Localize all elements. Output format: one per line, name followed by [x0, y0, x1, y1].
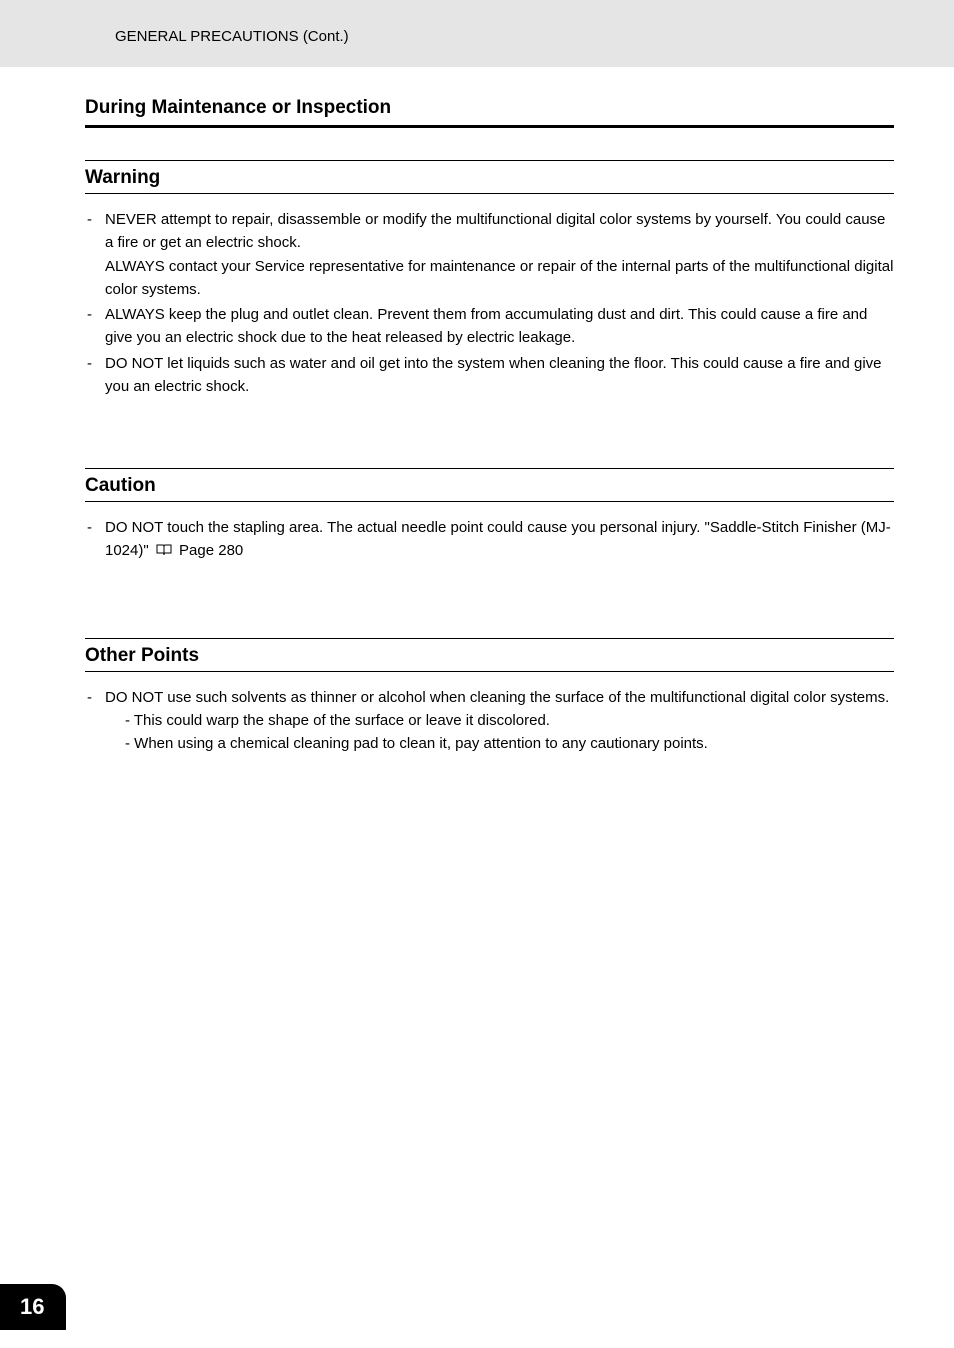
list-item: - ALWAYS keep the plug and outlet clean.… — [85, 303, 894, 350]
dash: - — [85, 208, 105, 301]
content-area: During Maintenance or Inspection Warning… — [0, 97, 954, 756]
header-text: GENERAL PRECAUTIONS (Cont.) — [115, 28, 349, 45]
list-content: DO NOT touch the stapling area. The actu… — [105, 516, 894, 563]
caution-body: - DO NOT touch the stapling area. The ac… — [85, 516, 894, 563]
list-item: - DO NOT let liquids such as water and o… — [85, 352, 894, 399]
list-item: - NEVER attempt to repair, disassemble o… — [85, 208, 894, 301]
other-points-title: Other Points — [85, 638, 894, 672]
sub-item-1: - This could warp the shape of the surfa… — [105, 709, 894, 732]
caution-item-after: Page 280 — [175, 542, 243, 559]
page-number: 16 — [0, 1284, 66, 1330]
other-item-1: DO NOT use such solvents as thinner or a… — [105, 689, 889, 706]
list-content: DO NOT use such solvents as thinner or a… — [105, 686, 894, 756]
warning-item-1-cont: ALWAYS contact your Service representati… — [105, 258, 893, 298]
other-points-body: - DO NOT use such solvents as thinner or… — [85, 686, 894, 756]
dash: - — [85, 303, 105, 350]
caution-title: Caution — [85, 468, 894, 502]
warning-item-3: DO NOT let liquids such as water and oil… — [105, 352, 894, 399]
warning-item-2: ALWAYS keep the plug and outlet clean. P… — [105, 303, 894, 350]
warning-title: Warning — [85, 160, 894, 194]
dash: - — [85, 352, 105, 399]
header-bar: GENERAL PRECAUTIONS (Cont.) — [0, 0, 954, 67]
sub-item-2: - When using a chemical cleaning pad to … — [105, 732, 894, 755]
book-icon — [156, 540, 172, 563]
warning-item-1: NEVER attempt to repair, disassemble or … — [105, 211, 885, 251]
section-title: During Maintenance or Inspection — [85, 97, 894, 128]
warning-body: - NEVER attempt to repair, disassemble o… — [85, 208, 894, 398]
dash: - — [85, 686, 105, 756]
list-item: - DO NOT use such solvents as thinner or… — [85, 686, 894, 756]
dash: - — [85, 516, 105, 563]
list-item: - DO NOT touch the stapling area. The ac… — [85, 516, 894, 563]
list-content: NEVER attempt to repair, disassemble or … — [105, 208, 894, 301]
